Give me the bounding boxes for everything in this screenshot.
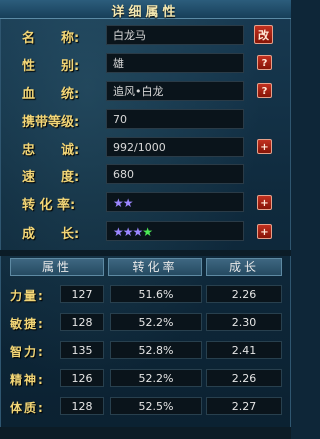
row-gender: 性 别: 雄 ?	[0, 52, 291, 74]
header-conversion-rate: 转化率	[108, 258, 202, 276]
name-label: 名 称:	[22, 31, 80, 46]
attr-value: 128	[60, 397, 104, 415]
row-conversion-rate: 转 化 率: ★★ +	[0, 191, 291, 213]
bloodline-label: 血 统:	[22, 87, 80, 102]
panel-footer	[0, 427, 291, 439]
section-divider	[0, 250, 291, 256]
attr-name: 力量:	[10, 289, 45, 303]
attr-rate: 52.2%	[110, 369, 202, 387]
attr-growth: 2.26	[206, 285, 282, 303]
star-icon: ★	[122, 196, 134, 210]
table-row: 体质: 128 52.5% 2.27	[0, 397, 291, 417]
row-bloodline: 血 统: 追风•白龙 ?	[0, 80, 291, 102]
carry-level-field: 70	[106, 109, 244, 129]
attr-growth: 2.41	[206, 341, 282, 359]
attr-growth: 2.27	[206, 397, 282, 415]
loyalty-field: 992/1000	[106, 137, 244, 157]
attr-name: 敏捷:	[10, 317, 45, 331]
panel-title: 详细属性	[111, 5, 180, 20]
table-row: 敏捷: 128 52.2% 2.30	[0, 313, 291, 333]
pet-attribute-panel: 详细属性 名 称: 白龙马 改 性 别: 雄 ? 血 统: 追风•白龙 ? 携带…	[0, 0, 291, 439]
growth-stars: ★★★★	[106, 221, 244, 241]
bloodline-help-button[interactable]: ?	[257, 83, 272, 98]
carry-level-label: 携带等级:	[22, 115, 80, 130]
row-loyalty: 忠 诚: 992/1000 +	[0, 136, 291, 158]
row-carry-level: 携带等级: 70	[0, 108, 291, 130]
conversion-rate-stars: ★★	[106, 192, 244, 212]
rename-button[interactable]: 改	[254, 25, 273, 44]
attr-name: 精神:	[10, 373, 45, 387]
table-row: 精神: 126 52.2% 2.26	[0, 369, 291, 389]
attr-value: 128	[60, 313, 104, 331]
bloodline-field: 追风•白龙	[106, 81, 244, 101]
star-icon: ★	[113, 225, 124, 239]
row-speed: 速 度: 680	[0, 163, 291, 185]
attr-value: 126	[60, 369, 104, 387]
attr-rate: 52.5%	[110, 397, 202, 415]
growth-add-button[interactable]: +	[257, 224, 272, 239]
star-icon: ★	[122, 225, 134, 239]
attr-growth: 2.26	[206, 369, 282, 387]
speed-field: 680	[106, 164, 244, 184]
title-bar[interactable]: 详细属性	[0, 0, 291, 20]
table-row: 智力: 135 52.8% 2.41	[0, 341, 291, 361]
row-name: 名 称: 白龙马 改	[0, 24, 291, 46]
gender-field: 雄	[106, 53, 244, 73]
star-icon: ★	[113, 196, 124, 210]
attr-name: 智力:	[10, 345, 45, 359]
growth-label: 成 长:	[22, 227, 80, 242]
attr-rate: 52.8%	[110, 341, 202, 359]
attr-rate: 52.2%	[110, 313, 202, 331]
attr-name: 体质:	[10, 401, 45, 415]
loyalty-add-button[interactable]: +	[257, 139, 272, 154]
speed-label: 速 度:	[22, 170, 80, 185]
attr-value: 127	[60, 285, 104, 303]
attr-rate: 51.6%	[110, 285, 202, 303]
star-icon: ★	[142, 225, 153, 239]
conversion-rate-label: 转 化 率:	[22, 198, 76, 213]
table-row: 力量: 127 51.6% 2.26	[0, 285, 291, 305]
name-field: 白龙马	[106, 25, 244, 45]
conversion-rate-add-button[interactable]: +	[257, 195, 272, 210]
gender-label: 性 别:	[22, 59, 80, 74]
star-icon: ★	[132, 225, 144, 239]
gender-help-button[interactable]: ?	[257, 55, 272, 70]
row-growth: 成 长: ★★★★ +	[0, 220, 291, 242]
header-growth: 成长	[206, 258, 282, 276]
attr-growth: 2.30	[206, 313, 282, 331]
header-attribute: 属性	[10, 258, 104, 276]
attr-value: 135	[60, 341, 104, 359]
loyalty-label: 忠 诚:	[22, 143, 80, 158]
